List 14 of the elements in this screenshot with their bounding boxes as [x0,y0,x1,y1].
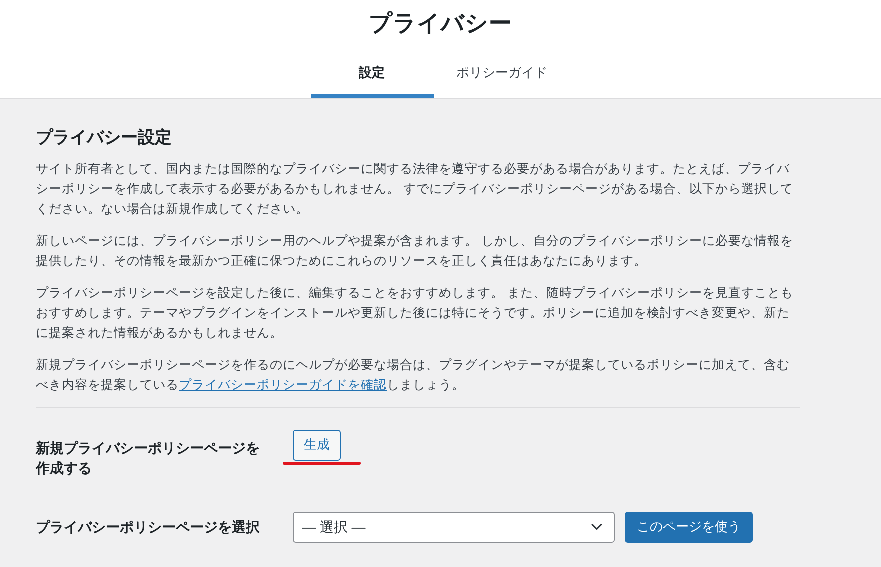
use-page-button[interactable]: このページを使う [625,512,753,542]
page-select[interactable]: — 選択 — [293,512,615,542]
tab[interactable]: ポリシーガイド [434,52,570,98]
guide-link[interactable]: プライバシーポリシーガイドを確認 [179,378,387,392]
field-label: 新規プライバシーポリシーページを作成する [36,438,261,478]
section-heading: プライバシー設定 [36,127,173,149]
paragraph: サイト所有者として、国内または国際的なプライバシーに関する法律を遵守する必要がある場合があります。たとえば、プライバシーポリシーを作成して表示する必要があるかもしれません。 すでにプライバシーポリシーページがある場合、以下から選択してください。ない場合は新規作成してください。 [36,160,794,218]
paragraph: 新しいページには、プライバシーポリシー用のヘルプや提案が含まれます。 しかし、自分のプライバシーポリシーに必要な情報を提供したり、その情報を最新かつ正確に保つためにこれらのリソースを正しく責任はあなたにあります。 [36,232,794,270]
generate-button[interactable]: 生成 [293,430,341,460]
field-label: プライバシーポリシーページを選択 [36,518,261,536]
paragraph: プライバシーポリシーページを設定した後に、編集することをおすすめします。 また、随時プライバシーポリシーを見直すこともおすすめします。テーマやプラグインをインストールや更新した後には特にそうです。ポリシーに追加を検討すべき変更や、新たに提案された情報があるかもしれません。 [36,284,794,342]
page-title: プライバシー [369,9,512,38]
paragraph: 新規プライバシーポリシーページを作るのにヘルプが必要な場合は、プラグインやテーマが提案しているポリシーに加えて、含むべき内容を提案している プライバシーポリシーガイドを確認 しましょう。 [36,356,791,394]
tab[interactable]: 設定 [310,52,434,98]
